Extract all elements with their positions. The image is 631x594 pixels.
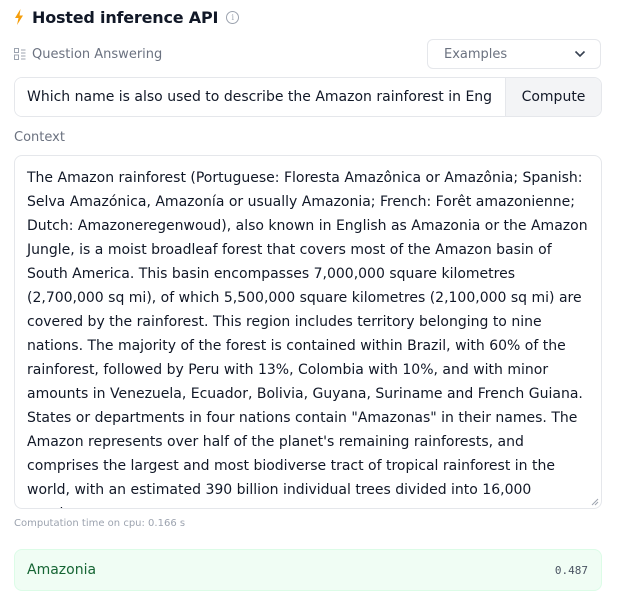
context-textarea[interactable]: The Amazon rainforest (Portuguese: Flore… bbox=[14, 155, 602, 509]
widget-title: Hosted inference API bbox=[32, 7, 219, 27]
examples-label: Examples bbox=[444, 46, 508, 62]
chevron-down-icon bbox=[574, 50, 586, 58]
task-label: Question Answering bbox=[32, 46, 163, 62]
answer-score: 0.487 bbox=[554, 563, 588, 577]
question-input[interactable] bbox=[15, 78, 505, 116]
lightning-icon bbox=[15, 9, 23, 25]
computation-time: Computation time on cpu: 0.166 s bbox=[14, 518, 186, 529]
answer-text: Amazonia bbox=[27, 562, 97, 578]
compute-button[interactable]: Compute bbox=[505, 78, 601, 116]
info-icon[interactable]: i bbox=[226, 10, 240, 24]
context-label: Context bbox=[14, 130, 65, 145]
widget-header: Hosted inference API i bbox=[14, 6, 240, 28]
context-text: The Amazon rainforest (Portuguese: Flore… bbox=[27, 170, 588, 508]
answer-result: Amazonia 0.487 bbox=[14, 549, 602, 591]
question-row: Compute bbox=[14, 77, 602, 117]
resize-handle-icon[interactable] bbox=[591, 498, 599, 506]
question-answering-icon bbox=[14, 48, 26, 60]
task-type: Question Answering bbox=[14, 45, 162, 63]
examples-dropdown[interactable]: Examples bbox=[427, 39, 601, 69]
